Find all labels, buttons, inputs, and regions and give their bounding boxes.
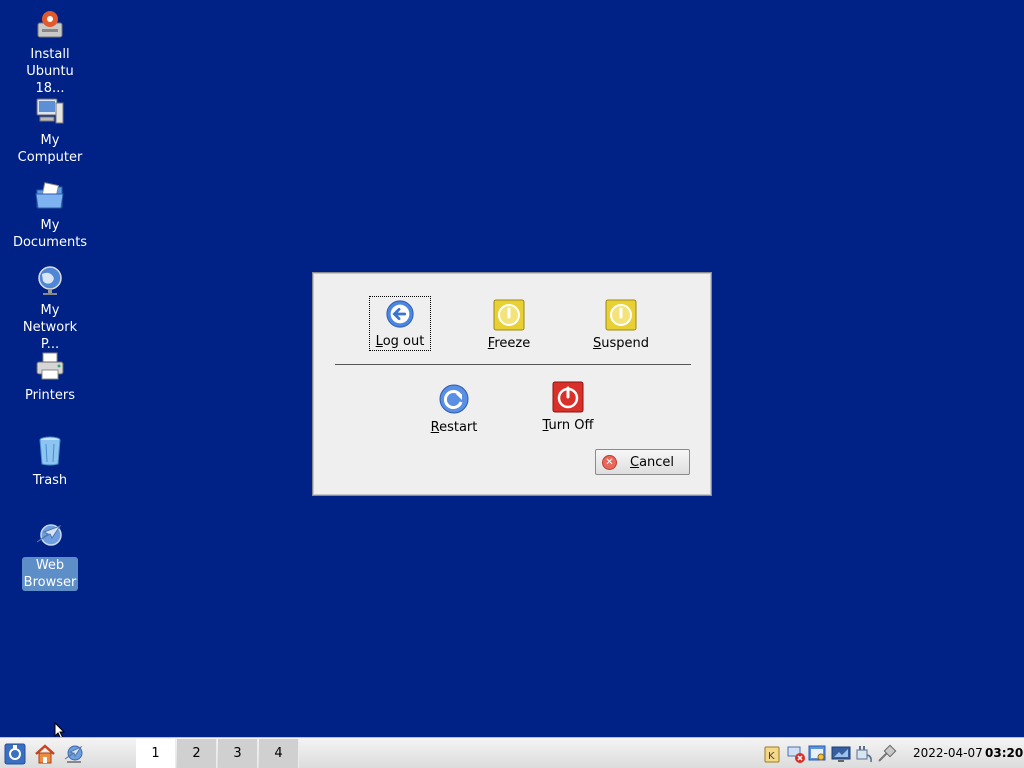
suspend-power-icon xyxy=(605,299,637,331)
desktop-icon-my-network[interactable]: My Network P... xyxy=(10,264,90,353)
turn-off-label: Turn Off xyxy=(542,418,594,433)
suspend-label: Suspend xyxy=(592,336,650,351)
turn-off-button[interactable]: Turn Off xyxy=(539,381,597,434)
network-globe-icon xyxy=(33,264,67,298)
power-plug-icon xyxy=(856,746,872,763)
logout-arrow-icon xyxy=(386,300,414,328)
computer-icon xyxy=(33,94,67,128)
tray-network-status[interactable] xyxy=(786,744,806,764)
svg-text:K: K xyxy=(768,751,775,762)
desktop-switch-1[interactable]: 1 xyxy=(136,739,176,768)
freeze-label: Freeze xyxy=(487,336,531,351)
desktop-icon-web-browser[interactable]: Web Browser xyxy=(10,519,90,591)
network-cable-icon xyxy=(878,744,897,762)
desktop-number: 1 xyxy=(151,746,160,761)
freeze-power-icon xyxy=(493,299,525,331)
desktop-icon-label: My Documents xyxy=(12,218,88,250)
home-icon xyxy=(35,744,55,764)
restart-label: Restart xyxy=(430,420,478,435)
desktop-switch-3[interactable]: 3 xyxy=(218,739,258,768)
web-browser-icon xyxy=(33,519,67,553)
tray-network-cable[interactable] xyxy=(877,744,897,764)
desktop-number: 2 xyxy=(192,746,201,761)
desktop-switch-2[interactable]: 2 xyxy=(177,739,217,768)
trash-icon xyxy=(33,434,67,468)
desktop-icon-my-computer[interactable]: My Computer xyxy=(10,94,90,166)
web-browser-launcher[interactable] xyxy=(62,742,86,766)
logout-label: Log out xyxy=(375,334,425,349)
clock-time[interactable]: 03:20 xyxy=(985,746,1023,760)
desktop-icon-printers[interactable]: Printers xyxy=(10,349,90,404)
printer-icon xyxy=(33,349,67,383)
kde-menu-button[interactable] xyxy=(3,742,27,766)
install-ubuntu-icon xyxy=(33,8,67,42)
desktop-icon-trash[interactable]: Trash xyxy=(10,434,90,489)
tray-klipper[interactable]: K xyxy=(762,744,782,764)
restart-button[interactable]: Restart xyxy=(427,383,481,436)
desktop-icon-my-documents[interactable]: My Documents xyxy=(10,179,90,251)
desktop-number: 3 xyxy=(233,746,242,761)
tray-user-manager[interactable] xyxy=(808,744,828,764)
desktop-icon-label: Printers xyxy=(24,388,76,403)
cancel-icon: ✕ xyxy=(602,454,617,470)
clock-date[interactable]: 2022-04-07 xyxy=(913,746,983,760)
clipboard-icon: K xyxy=(764,746,780,763)
tray-display[interactable] xyxy=(831,744,851,764)
desktop-icon-label: Install Ubuntu 18... xyxy=(26,47,74,96)
display-icon xyxy=(831,746,851,762)
restart-icon xyxy=(439,384,469,414)
logout-button[interactable]: Log out xyxy=(369,296,431,351)
desktop-icon-label: My Network P... xyxy=(22,303,78,352)
taskbar: 1 2 3 4 K 2022-04-07 03:20 xyxy=(0,737,1024,768)
desktop-icon-label: Web Browser xyxy=(21,557,79,591)
kde-logo-icon xyxy=(4,743,26,765)
network-disconnected-icon xyxy=(787,746,805,763)
home-button[interactable] xyxy=(33,742,57,766)
desktop-icon-install-ubuntu[interactable]: Install Ubuntu 18... xyxy=(10,8,90,97)
suspend-button[interactable]: Suspend xyxy=(593,299,649,352)
dialog-separator xyxy=(335,364,691,365)
desktop-icon-label: My Computer xyxy=(17,133,83,165)
freeze-button[interactable]: Freeze xyxy=(485,299,533,352)
desktop-number: 4 xyxy=(274,746,283,761)
turn-off-power-icon xyxy=(552,381,584,413)
cancel-label: Cancel xyxy=(630,454,675,470)
desktop-icon-label: Trash xyxy=(32,473,68,488)
cancel-button[interactable]: ✕ Cancel xyxy=(595,449,690,475)
web-browser-icon xyxy=(64,745,83,763)
desktop-switch-4[interactable]: 4 xyxy=(259,739,299,768)
logout-dialog: Log out Freeze Suspend Restart Turn Off … xyxy=(312,272,712,496)
user-window-icon xyxy=(808,745,826,761)
tray-power[interactable] xyxy=(854,744,874,764)
documents-folder-icon xyxy=(33,179,67,213)
